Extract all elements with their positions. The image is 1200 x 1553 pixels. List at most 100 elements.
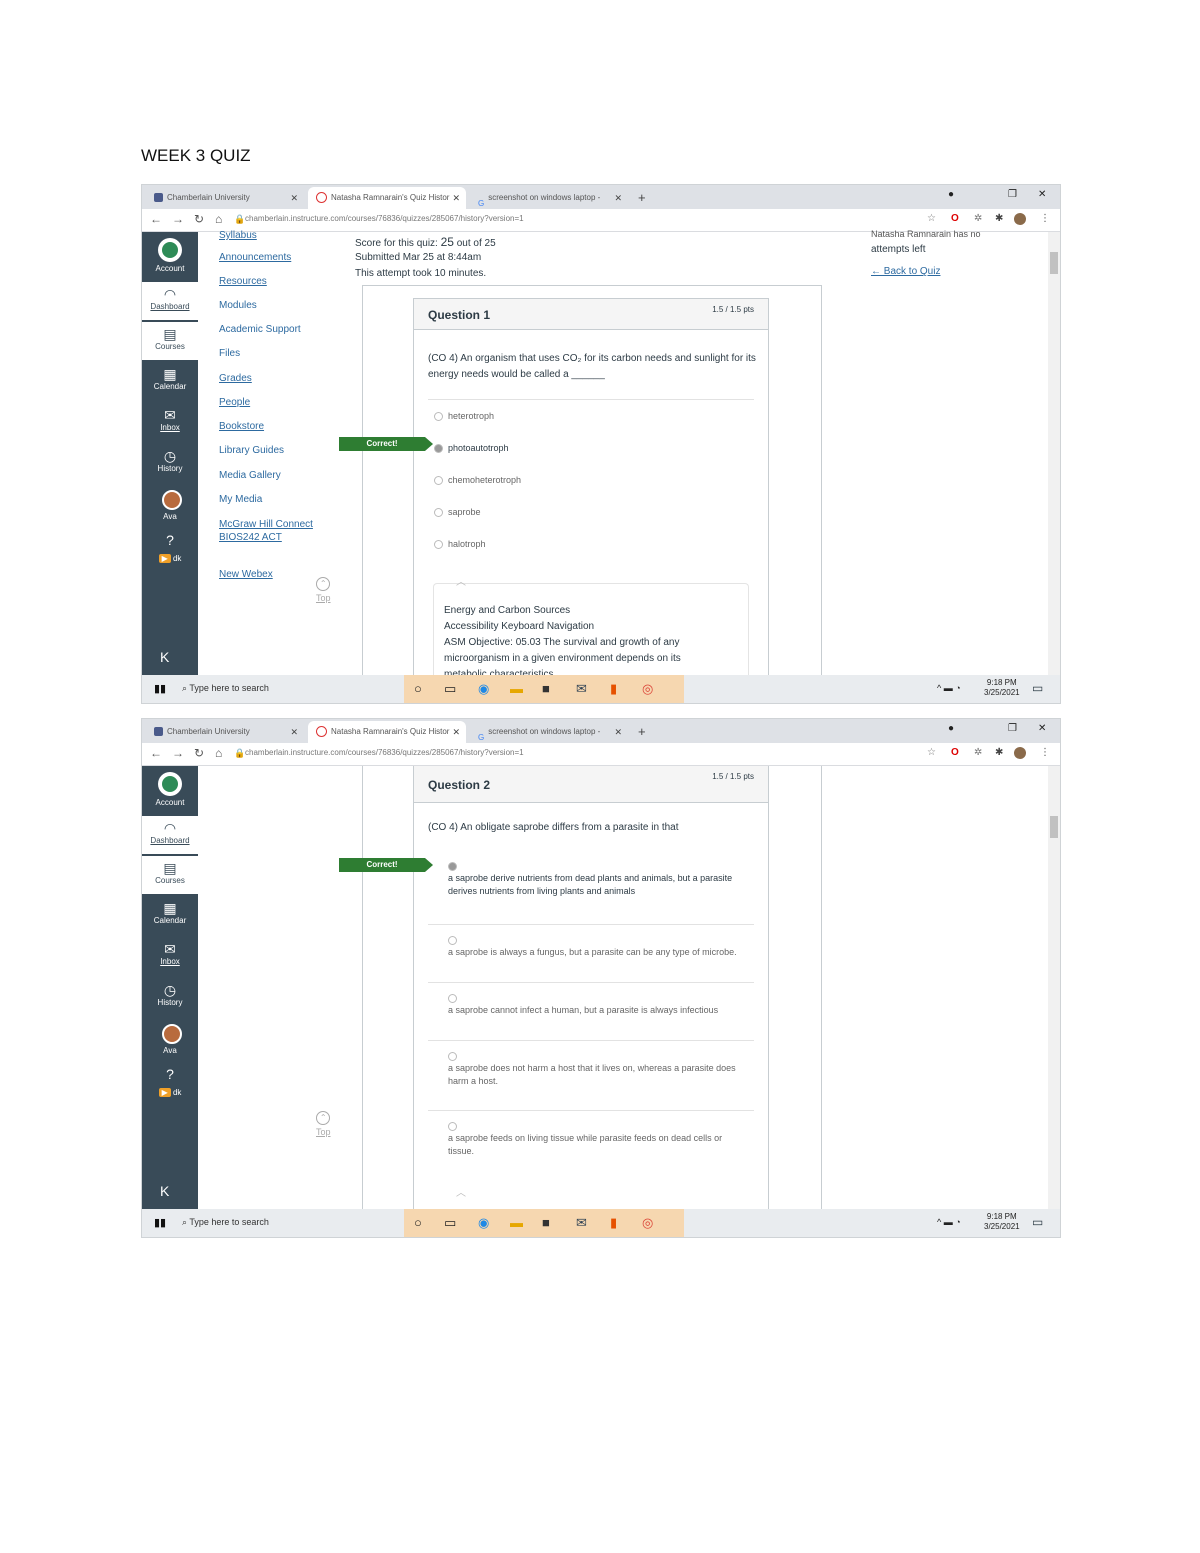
nav-ava[interactable]: Ava: [142, 1046, 198, 1055]
back-to-top-button[interactable]: ⌃ Top: [316, 577, 331, 603]
radio-icon[interactable]: [434, 412, 443, 421]
puzzle-icon[interactable]: ✱: [995, 747, 1003, 758]
radio-icon[interactable]: [434, 540, 443, 549]
course-nav-bookstore[interactable]: Bookstore: [219, 421, 264, 432]
cortana-icon[interactable]: ○: [414, 1215, 422, 1230]
clock[interactable]: 9:18 PM 3/25/2021: [984, 1212, 1020, 1232]
answer-option[interactable]: saprobe: [434, 506, 481, 519]
tab-chamberlain[interactable]: Chamberlain University ✕: [146, 721, 304, 743]
avatar[interactable]: [1014, 213, 1026, 225]
answer-option-selected[interactable]: photoautotroph: [434, 442, 509, 455]
notification-icon[interactable]: ▭: [1032, 1215, 1043, 1229]
task-view-icon[interactable]: ▮▮: [154, 1216, 166, 1229]
nav-help[interactable]: ?: [142, 532, 198, 548]
answer-option[interactable]: heterotroph: [434, 410, 494, 423]
account-logo-icon[interactable]: [158, 772, 182, 796]
new-tab-icon[interactable]: +: [638, 721, 646, 743]
opera-icon[interactable]: O: [951, 747, 959, 758]
extension-icon[interactable]: ✲: [974, 747, 982, 758]
notification-icon[interactable]: ▭: [1032, 681, 1043, 695]
profile-icon[interactable]: ●: [948, 189, 954, 200]
edge-icon[interactable]: ◉: [478, 681, 489, 697]
radio-icon[interactable]: [448, 1122, 457, 1131]
tab-chamberlain[interactable]: Chamberlain University ✕: [146, 187, 304, 209]
studio-badge[interactable]: ▶ dk: [142, 1088, 198, 1097]
answer-option[interactable]: chemoheterotroph: [434, 474, 521, 487]
close-icon[interactable]: ✕: [452, 187, 460, 209]
course-nav-library-guides[interactable]: Library Guides: [219, 445, 284, 456]
office-icon[interactable]: ▮: [610, 681, 617, 697]
nav-history[interactable]: ◷ History: [142, 448, 198, 473]
url-text[interactable]: chamberlain.instructure.com/courses/7683…: [245, 214, 524, 223]
ava-avatar[interactable]: [162, 490, 182, 510]
chrome-icon[interactable]: ◎: [642, 681, 653, 697]
system-tray[interactable]: ^ ▬ ◔: [937, 683, 961, 693]
file-explorer-icon[interactable]: ▬: [510, 681, 523, 696]
answer-option[interactable]: a saprobe feeds on living tissue while p…: [448, 1122, 748, 1158]
file-explorer-icon[interactable]: ▬: [510, 1215, 523, 1230]
close-icon[interactable]: ✕: [290, 721, 298, 743]
nav-calendar[interactable]: ▦ Calendar: [142, 900, 198, 925]
course-nav-grades[interactable]: Grades: [219, 373, 252, 384]
opera-icon[interactable]: O: [951, 213, 959, 224]
taskbar-search[interactable]: ⌕ Type here to search: [182, 683, 269, 694]
task-view-icon[interactable]: ▭: [444, 681, 456, 697]
forward-icon[interactable]: →: [172, 746, 184, 760]
ava-avatar[interactable]: [162, 1024, 182, 1044]
cortana-icon[interactable]: ○: [414, 681, 422, 696]
reload-icon[interactable]: ↻: [194, 746, 204, 760]
back-icon[interactable]: ←: [150, 212, 162, 226]
new-tab-icon[interactable]: +: [638, 187, 646, 209]
chevron-up-icon[interactable]: ︿: [456, 1184, 466, 1199]
back-to-quiz-link[interactable]: ← Back to Quiz: [871, 266, 940, 277]
store-icon[interactable]: ■: [542, 681, 550, 696]
profile-icon[interactable]: ●: [948, 723, 954, 734]
tab-google-search[interactable]: Gscreenshot on windows laptop - ✕: [470, 187, 628, 209]
nav-help[interactable]: ?: [142, 1066, 198, 1082]
course-nav-files[interactable]: Files: [219, 348, 240, 359]
nav-courses[interactable]: ▤ Courses: [142, 322, 198, 360]
scrollbar-thumb[interactable]: [1050, 252, 1058, 274]
course-nav-my-media[interactable]: My Media: [219, 494, 262, 505]
course-nav-syllabus[interactable]: Syllabus: [219, 230, 257, 241]
mail-icon[interactable]: ✉: [576, 1215, 587, 1231]
radio-icon[interactable]: [448, 1052, 457, 1061]
radio-icon[interactable]: [448, 994, 457, 1003]
answer-option[interactable]: a saprobe cannot infect a human, but a p…: [448, 994, 748, 1017]
course-nav-people[interactable]: People: [219, 397, 250, 408]
chevron-up-icon[interactable]: ︿: [456, 573, 466, 588]
close-icon[interactable]: ✕: [452, 721, 460, 743]
course-nav-academic-support[interactable]: Academic Support: [219, 324, 301, 335]
url-text[interactable]: chamberlain.instructure.com/courses/7683…: [245, 748, 524, 757]
nav-inbox[interactable]: ✉ Inbox: [142, 941, 198, 966]
avatar[interactable]: [1014, 747, 1026, 759]
close-icon[interactable]: ✕: [614, 187, 622, 209]
nav-account[interactable]: Account: [142, 264, 198, 273]
task-view-icon[interactable]: ▮▮: [154, 682, 166, 695]
nav-inbox[interactable]: ✉ Inbox: [142, 407, 198, 432]
collapse-nav-icon[interactable]: K: [160, 649, 169, 665]
nav-ava[interactable]: Ava: [142, 512, 198, 521]
menu-icon[interactable]: ⋮: [1040, 747, 1050, 758]
course-nav-modules[interactable]: Modules: [219, 300, 257, 311]
close-icon[interactable]: ✕: [614, 721, 622, 743]
menu-icon[interactable]: ⋮: [1040, 213, 1050, 224]
taskbar-search[interactable]: ⌕ Type here to search: [182, 1217, 269, 1228]
nav-calendar[interactable]: ▦ Calendar: [142, 366, 198, 391]
collapse-nav-icon[interactable]: K: [160, 1183, 169, 1199]
back-to-top-button[interactable]: ⌃ Top: [316, 1111, 331, 1137]
office-icon[interactable]: ▮: [610, 1215, 617, 1231]
window-close-icon[interactable]: ✕: [1038, 189, 1046, 200]
star-icon[interactable]: ☆: [927, 747, 936, 758]
course-nav-new-webex[interactable]: New Webex: [219, 569, 273, 580]
task-view-icon[interactable]: ▭: [444, 1215, 456, 1231]
back-icon[interactable]: ←: [150, 746, 162, 760]
restore-icon[interactable]: ❐: [1008, 189, 1017, 200]
scrollbar[interactable]: [1048, 232, 1060, 675]
restore-icon[interactable]: ❐: [1008, 723, 1017, 734]
nav-dashboard[interactable]: ◠ Dashboard: [142, 282, 198, 320]
forward-icon[interactable]: →: [172, 212, 184, 226]
radio-icon[interactable]: [448, 936, 457, 945]
clock[interactable]: 9:18 PM 3/25/2021: [984, 678, 1020, 698]
course-nav-resources[interactable]: Resources: [219, 276, 267, 287]
